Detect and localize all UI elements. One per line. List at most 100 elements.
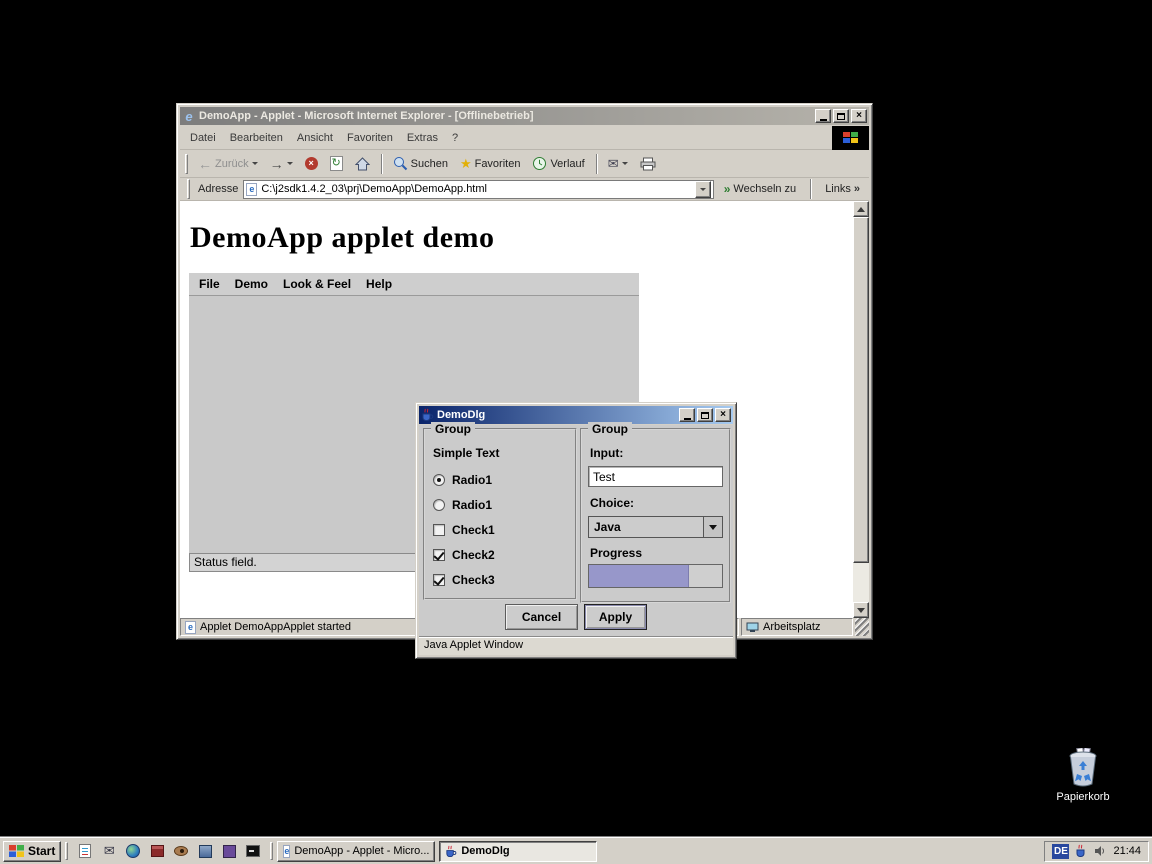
menu-extras[interactable]: Extras [401, 130, 444, 146]
checkbox-option-3-label: Check3 [452, 573, 495, 587]
ie-window-title: DemoApp - Applet - Microsoft Internet Ex… [199, 110, 812, 122]
quick-launch-bar: ✉ [72, 842, 266, 860]
toolbar-grip[interactable] [185, 154, 188, 174]
home-button[interactable] [350, 155, 375, 173]
dialog-close-button[interactable]: × [715, 408, 731, 422]
radio-icon [433, 499, 445, 511]
radio-option-2[interactable]: Radio1 [433, 497, 492, 513]
applet-menu-help[interactable]: Help [360, 277, 398, 291]
go-icon: » [724, 182, 731, 196]
quick-launch-book-icon[interactable] [148, 842, 166, 860]
forward-button[interactable]: → [265, 155, 298, 173]
status-message: Applet DemoAppApplet started [200, 621, 351, 633]
back-button[interactable]: ← Zurück [193, 155, 263, 173]
quick-launch-console-icon[interactable] [244, 842, 262, 860]
ie-close-button[interactable]: × [851, 109, 867, 123]
quick-launch-mail-icon[interactable]: ✉ [100, 842, 118, 860]
stop-icon: × [305, 157, 318, 170]
menu-hilfe[interactable]: ? [446, 130, 464, 146]
quick-launch-document-icon[interactable] [76, 842, 94, 860]
taskbar-grip[interactable] [65, 842, 68, 860]
taskbar-clock[interactable]: 21:44 [1113, 845, 1141, 857]
demodlg-title: DemoDlg [437, 409, 676, 421]
applet-menu-look-and-feel[interactable]: Look & Feel [277, 277, 357, 291]
radio-option-2-label: Radio1 [452, 498, 492, 512]
dialog-minimize-button[interactable] [679, 408, 695, 422]
quick-launch-app-icon[interactable] [220, 842, 238, 860]
checkbox-option-1[interactable]: Check1 [433, 522, 495, 538]
maximize-icon [837, 113, 845, 120]
ie-maximize-button[interactable] [833, 109, 849, 123]
arrow-down-icon [857, 608, 865, 613]
links-toolbar[interactable]: Links » [820, 181, 865, 197]
go-label: Wechseln zu [733, 183, 796, 195]
quick-launch-media-icon[interactable] [196, 842, 214, 860]
toolbar-grip[interactable] [187, 179, 190, 199]
windows-flag-icon [843, 131, 859, 145]
history-button[interactable]: Verlauf [527, 154, 589, 173]
radio-option-1-label: Radio1 [452, 473, 492, 487]
search-button[interactable]: Suchen [388, 154, 453, 173]
print-button[interactable] [635, 155, 661, 173]
taskbar-grip[interactable] [270, 842, 273, 860]
mail-button[interactable]: ✉ [603, 155, 633, 172]
close-icon: × [856, 111, 862, 121]
task-button-demoapp-label: DemoApp - Applet - Micro... [294, 845, 429, 857]
quick-launch-eye-icon[interactable] [172, 842, 190, 860]
input-field[interactable]: Test [588, 466, 723, 487]
menu-favoriten[interactable]: Favoriten [341, 130, 399, 146]
applet-menu-file[interactable]: File [193, 277, 226, 291]
address-input[interactable]: e C:\j2sdk1.4.2_03\prj\DemoApp\DemoApp.h… [243, 180, 713, 199]
resize-grip[interactable] [855, 618, 869, 636]
menu-ansicht[interactable]: Ansicht [291, 130, 339, 146]
links-label: Links [825, 183, 851, 195]
search-label: Suchen [411, 158, 448, 170]
checkbox-option-2[interactable]: Check2 [433, 547, 495, 563]
radio-option-1[interactable]: Radio1 [433, 472, 492, 488]
task-button-demodlg[interactable]: DemoDlg [439, 841, 597, 862]
dialog-maximize-button[interactable] [697, 408, 713, 422]
refresh-button[interactable]: ↻ [325, 154, 348, 173]
vertical-scrollbar[interactable] [853, 201, 869, 618]
chevron-down-icon [709, 525, 717, 530]
menu-datei[interactable]: Datei [184, 130, 222, 146]
choice-combobox[interactable]: Java [588, 516, 723, 538]
applet-menu-demo[interactable]: Demo [229, 277, 274, 291]
menu-bearbeiten[interactable]: Bearbeiten [224, 130, 289, 146]
history-label: Verlauf [550, 158, 584, 170]
minimize-icon [820, 119, 827, 121]
volume-icon[interactable] [1094, 845, 1107, 857]
cancel-button[interactable]: Cancel [505, 604, 578, 630]
start-button[interactable]: Start [3, 841, 61, 862]
chevron-down-icon [700, 188, 706, 191]
history-clock-icon [532, 156, 547, 171]
combo-dropdown-button[interactable] [703, 517, 722, 537]
quick-launch-globe-icon[interactable] [124, 842, 142, 860]
checkbox-option-3[interactable]: Check3 [433, 572, 495, 588]
ie-throbber-logo [832, 126, 869, 150]
scroll-up-button[interactable] [853, 201, 869, 217]
language-indicator[interactable]: DE [1052, 844, 1069, 859]
scroll-down-button[interactable] [853, 602, 869, 618]
address-dropdown-button[interactable] [695, 181, 711, 198]
ie-titlebar[interactable]: e DemoApp - Applet - Microsoft Internet … [180, 107, 869, 125]
scrollbar-thumb[interactable] [853, 217, 869, 563]
address-label: Adresse [198, 183, 238, 195]
home-icon [355, 157, 370, 171]
task-button-demodlg-label: DemoDlg [461, 845, 509, 857]
search-icon [393, 156, 408, 171]
start-label: Start [28, 844, 55, 858]
ie-minimize-button[interactable] [815, 109, 831, 123]
windows-flag-icon [9, 845, 24, 858]
left-group-title: Group [431, 422, 475, 436]
favorites-button[interactable]: ★ Favoriten [455, 155, 526, 172]
demodlg-window: DemoDlg × Group Simple Text Radio1 Radio… [415, 402, 737, 659]
recycle-bin-desktop-icon[interactable]: Papierkorb [1051, 748, 1115, 803]
task-button-demoapp[interactable]: e DemoApp - Applet - Micro... [277, 841, 435, 862]
go-button[interactable]: » Wechseln zu [719, 180, 801, 198]
dialog-client-area: Group Simple Text Radio1 Radio1 Check1 C… [419, 425, 733, 636]
tray-java-icon[interactable] [1075, 844, 1088, 858]
recycle-bin-icon [1065, 748, 1101, 788]
apply-button[interactable]: Apply [584, 604, 647, 630]
stop-button[interactable]: × [300, 155, 323, 172]
